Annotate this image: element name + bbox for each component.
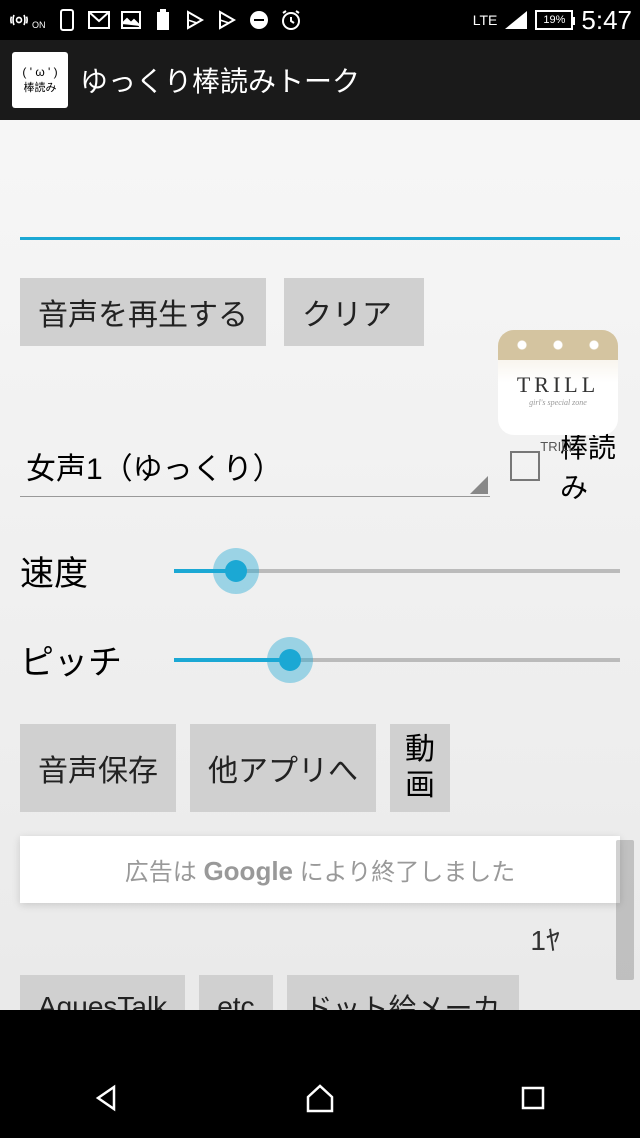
signal-icon	[505, 9, 527, 31]
app-bar: ( ' ω ' ) 棒読み ゆっくり棒読みトーク	[0, 40, 640, 120]
alarm-icon	[280, 9, 302, 31]
speed-label: 速度	[20, 546, 150, 595]
dnd-icon	[248, 9, 270, 31]
google-ad-closed: 広告は Google により終了しました	[20, 836, 620, 903]
app-icon: ( ' ω ' ) 棒読み	[12, 52, 68, 108]
other-apps-button[interactable]: 他アプリへ	[190, 724, 376, 812]
recent-button[interactable]	[513, 1078, 553, 1118]
battery-icon: 19%	[535, 10, 573, 30]
on-label: ON	[32, 20, 46, 30]
battery-saver-icon	[152, 9, 174, 31]
play-button[interactable]: 音声を再生する	[20, 278, 266, 346]
clear-button[interactable]: クリア	[284, 278, 424, 346]
vibrate-icon	[8, 9, 30, 31]
app-title: ゆっくり棒読みトーク	[80, 60, 360, 100]
play-icon-2	[216, 9, 238, 31]
phone-icon	[56, 9, 78, 31]
trill-ad[interactable]: TRILL girl's special zone TRILL	[498, 330, 618, 454]
back-button[interactable]	[87, 1078, 127, 1118]
voice-spinner[interactable]: 女声1（ゆっくり）	[20, 436, 490, 497]
video-button[interactable]: 動画	[390, 724, 450, 812]
partial-text: 1ﾔ	[20, 919, 620, 959]
google-logo: Google	[203, 856, 293, 886]
gmail-icon	[88, 9, 110, 31]
text-input[interactable]	[20, 180, 620, 240]
image-icon	[120, 9, 142, 31]
scrollbar[interactable]	[616, 840, 634, 980]
status-bar: ON LTE 19% 5:47	[0, 0, 640, 40]
pitch-label: ピッチ	[20, 635, 150, 684]
divider-bar	[0, 1010, 640, 1058]
clock: 5:47	[581, 5, 632, 36]
save-button[interactable]: 音声保存	[20, 724, 176, 812]
play-icon-1	[184, 9, 206, 31]
trill-tagline: girl's special zone	[529, 398, 587, 407]
speed-slider[interactable]	[174, 569, 620, 573]
bouyomi-checkbox[interactable]	[510, 451, 540, 481]
pitch-slider[interactable]	[174, 658, 620, 662]
trill-logo: TRILL	[517, 372, 599, 398]
network-label: LTE	[473, 12, 498, 28]
trill-caption: TRILL	[498, 439, 618, 454]
home-button[interactable]	[300, 1078, 340, 1118]
navigation-bar	[0, 1058, 640, 1138]
